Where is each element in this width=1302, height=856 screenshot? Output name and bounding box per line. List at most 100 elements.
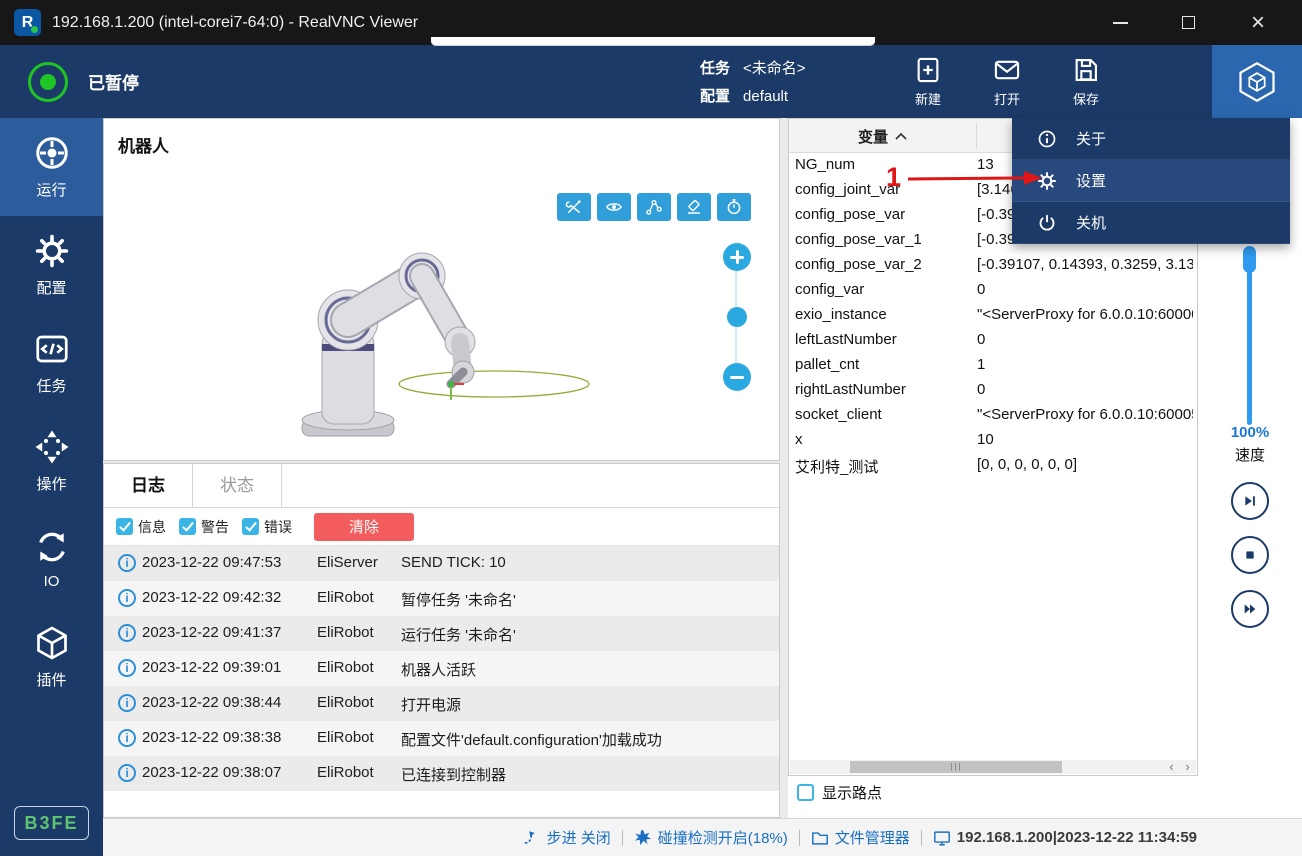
open-task-label: 打开 xyxy=(994,89,1020,108)
stop-button[interactable] xyxy=(1231,536,1269,574)
new-file-icon xyxy=(914,56,942,84)
zoom-in-button[interactable] xyxy=(723,243,751,271)
filter-error-label: 错误 xyxy=(264,517,292,537)
power-state-icon xyxy=(28,62,68,102)
variable-name: config_var xyxy=(795,281,864,298)
info-circle-icon xyxy=(118,764,136,782)
minimize-button[interactable] xyxy=(1096,0,1144,45)
speed-slider-thumb[interactable] xyxy=(1243,246,1256,273)
save-task-button[interactable]: 保存 xyxy=(1054,45,1118,118)
visibility-button[interactable] xyxy=(597,193,631,221)
variable-name: NG_num xyxy=(795,156,855,173)
clear-view-button[interactable] xyxy=(677,193,711,221)
scroll-left-arrow[interactable]: ‹ xyxy=(1164,760,1179,774)
log-message: SEND TICK: 10 xyxy=(401,554,506,571)
new-task-button[interactable]: 新建 xyxy=(896,45,960,118)
sidebar-item-operate[interactable]: 操作 xyxy=(0,412,103,510)
log-row: 2023-12-22 09:39:01 EliRobot 机器人活跃 xyxy=(104,651,779,686)
task-config-info: 任务<未命名> 配置default xyxy=(700,45,806,118)
tab-status[interactable]: 状态 xyxy=(193,464,282,508)
open-task-button[interactable]: 打开 xyxy=(975,45,1039,118)
speed-slider-track[interactable] xyxy=(1247,248,1252,425)
tab-log[interactable]: 日志 xyxy=(104,464,193,508)
info-checkbox[interactable] xyxy=(116,518,133,535)
vnc-toolbar-strip[interactable] xyxy=(431,37,875,46)
sidebar-item-io[interactable]: IO xyxy=(0,510,103,608)
scrollbar-thumb[interactable] xyxy=(850,761,1062,773)
save-icon xyxy=(1072,56,1100,84)
step-next-button[interactable] xyxy=(1231,482,1269,520)
error-checkbox[interactable] xyxy=(242,518,259,535)
variables-header-cell: 变量 xyxy=(789,119,976,153)
robot-state-indicator[interactable]: 已暂停 xyxy=(28,45,139,118)
log-message: 打开电源 xyxy=(401,694,461,715)
info-icon xyxy=(1037,129,1057,149)
close-button[interactable]: × xyxy=(1234,0,1282,45)
horizontal-scrollbar[interactable]: ‹ › xyxy=(790,760,1196,774)
variable-name: 艾利特_测试 xyxy=(795,456,878,477)
variable-row[interactable]: socket_client"<ServerProxy for 6.0.0.10:… xyxy=(789,403,1197,428)
sidebar-nav: 运行 配置 任务 操作 IO 插件 B3FE xyxy=(0,118,103,856)
show-waypoints-option[interactable]: 显示路点 xyxy=(797,782,882,803)
scroll-right-arrow[interactable]: › xyxy=(1180,760,1195,774)
menu-item-settings[interactable]: 设置 xyxy=(1012,160,1290,202)
close-icon: × xyxy=(1251,11,1265,35)
path-nodes-icon xyxy=(645,198,663,216)
sidebar-item-plugin[interactable]: 插件 xyxy=(0,608,103,706)
app-dropdown-menu: 关于 设置 关机 xyxy=(1012,118,1290,244)
statusbar-divider xyxy=(921,830,922,846)
code-task-icon xyxy=(34,331,70,367)
gear-icon xyxy=(34,233,70,269)
show-waypoints-checkbox[interactable] xyxy=(797,784,814,801)
variable-name: exio_instance xyxy=(795,306,887,323)
sidebar-item-config[interactable]: 配置 xyxy=(0,216,103,314)
variable-row[interactable]: leftLastNumber0 xyxy=(789,328,1197,353)
robot-arm-illustration xyxy=(264,224,594,454)
sidebar-item-run[interactable]: 运行 xyxy=(0,118,103,216)
variable-value: 0 xyxy=(977,381,1193,398)
variable-row[interactable]: 艾利特_测试 [0, 0, 0, 0, 0, 0] xyxy=(789,453,1197,478)
stop-icon xyxy=(1242,547,1258,563)
variable-row[interactable]: pallet_cnt1 xyxy=(789,353,1197,378)
sidebar-item-label: IO xyxy=(44,573,60,590)
warning-checkbox[interactable] xyxy=(179,518,196,535)
clear-log-button[interactable]: 清除 xyxy=(314,513,414,541)
filter-warning[interactable]: 警告 xyxy=(179,517,229,537)
filter-info[interactable]: 信息 xyxy=(116,517,166,537)
config-value: default xyxy=(743,88,788,105)
menu-item-shutdown[interactable]: 关机 xyxy=(1012,202,1290,244)
folder-icon xyxy=(811,829,829,847)
variables-title: 变量 xyxy=(858,126,888,147)
window-title: 192.168.1.200 (intel-corei7-64:0) - Real… xyxy=(52,0,418,45)
menu-item-about[interactable]: 关于 xyxy=(1012,118,1290,160)
log-list: 2023-12-22 09:47:53 EliServer SEND TICK:… xyxy=(104,546,779,791)
file-manager-button[interactable]: 文件管理器 xyxy=(811,827,910,848)
variable-row[interactable]: x10 xyxy=(789,428,1197,453)
zoom-out-button[interactable] xyxy=(723,363,751,391)
variable-row[interactable]: rightLastNumber0 xyxy=(789,378,1197,403)
collision-detection-toggle[interactable]: 碰撞检测开启(18%) xyxy=(634,827,788,848)
timer-button[interactable] xyxy=(717,193,751,221)
maximize-button[interactable] xyxy=(1164,0,1212,45)
app-menu-button[interactable] xyxy=(1212,45,1302,118)
variable-value: "<ServerProxy for 6.0.0.10:60000, xyxy=(977,306,1193,323)
variable-row[interactable]: config_pose_var_2[-0.39107, 0.14393, 0.3… xyxy=(789,253,1197,278)
fast-forward-button[interactable] xyxy=(1231,590,1269,628)
tools-button[interactable] xyxy=(557,193,591,221)
step-mode-toggle[interactable]: 步进 关闭 xyxy=(523,827,611,848)
variable-row[interactable]: exio_instance "<ServerProxy for 6.0.0.10:… xyxy=(789,303,1197,328)
variable-name: config_joint_var xyxy=(795,181,900,198)
trajectory-button[interactable] xyxy=(637,193,671,221)
variable-row[interactable]: config_var0 xyxy=(789,278,1197,303)
robot-3d-viewport[interactable] xyxy=(264,224,594,454)
sidebar-item-task[interactable]: 任务 xyxy=(0,314,103,412)
log-filter-row: 信息 警告 错误 清除 xyxy=(104,508,779,546)
zoom-slider-thumb[interactable] xyxy=(727,307,747,327)
show-waypoints-label: 显示路点 xyxy=(822,782,882,803)
sidebar-item-label: 配置 xyxy=(36,277,66,298)
filter-error[interactable]: 错误 xyxy=(242,517,292,537)
minimize-icon xyxy=(1113,22,1128,24)
eye-icon xyxy=(605,198,623,216)
log-time: 2023-12-22 09:38:38 xyxy=(142,729,281,746)
variable-value: [0, 0, 0, 0, 0, 0] xyxy=(977,456,1193,473)
